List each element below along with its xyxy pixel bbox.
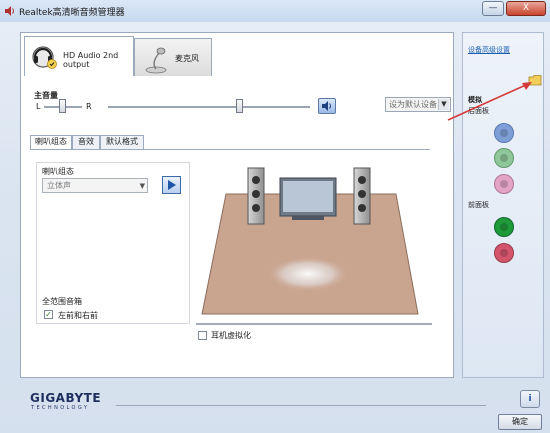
balance-slider-thumb[interactable] [59, 99, 66, 113]
front-jack-green[interactable] [494, 217, 514, 237]
volume-slider-thumb[interactable] [236, 99, 243, 113]
play-test-button[interactable] [162, 176, 181, 194]
chevron-down-icon: ▼ [139, 182, 145, 190]
close-button[interactable]: X [506, 1, 546, 16]
volume-slider-track[interactable] [108, 106, 310, 108]
chevron-down-icon: ▼ [438, 99, 449, 110]
front-lr-label: 左前和右前 [58, 311, 98, 320]
speaker-config-label: 喇叭组态 [42, 167, 74, 176]
set-default-device-label: 设为默认设备 [389, 100, 437, 109]
gigabyte-logo: GIGABYTE [30, 391, 102, 405]
tab-label: 麦克风 [175, 54, 199, 63]
play-icon [168, 180, 176, 190]
ok-button[interactable]: 确定 [498, 414, 542, 430]
realtek-window: Realtek高清晰音频管理器 — X HD Audio 2nd output … [0, 0, 550, 433]
full-range-speakers-label: 全范围音箱 [42, 297, 82, 306]
front-lr-checkbox[interactable]: ✓ [44, 310, 53, 319]
gigabyte-logo-subtitle: TECHNOLOGY [31, 405, 90, 411]
left-speaker-icon [247, 167, 265, 225]
back-jack-green[interactable] [494, 148, 514, 168]
front-panel-label: 前面板 [468, 201, 489, 209]
footer-divider [116, 405, 486, 406]
tab-speaker-config[interactable]: 喇叭组态 [30, 135, 72, 150]
tab-default-format[interactable]: 默认格式 [100, 135, 144, 149]
info-button[interactable]: i [520, 390, 540, 408]
back-jack-pink[interactable] [494, 174, 514, 194]
speaker-icon [5, 6, 14, 16]
folder-icon[interactable] [528, 74, 542, 86]
tv-icon [279, 177, 337, 220]
back-panel-label: 后面板 [468, 107, 489, 115]
main-volume-label: 主音量 [34, 91, 58, 100]
tab-sound-effects[interactable]: 音效 [72, 135, 100, 149]
speaker-config-value: 立体声 [47, 181, 71, 190]
tab-label: HD Audio 2nd output [63, 51, 119, 69]
front-jack-pink[interactable] [494, 243, 514, 263]
headphone-virtualization-checkbox[interactable] [198, 331, 207, 340]
microphone-icon [145, 47, 167, 74]
advanced-device-settings-link[interactable]: 设备高级设置 [468, 45, 510, 55]
minimize-button[interactable]: — [482, 1, 504, 16]
speaker-config-select[interactable]: 立体声 ▼ [42, 178, 148, 193]
balance-right-label: R [86, 102, 92, 111]
speaker-headphone-icon [32, 46, 57, 69]
right-speaker-icon [353, 167, 371, 225]
title-bar: Realtek高清晰音频管理器 — X [0, 0, 550, 22]
mute-button[interactable] [318, 98, 336, 114]
analog-label: 模拟 [468, 96, 482, 104]
volume-icon [322, 101, 331, 111]
balance-left-label: L [36, 102, 41, 111]
back-jack-blue[interactable] [494, 123, 514, 143]
set-default-device-dropdown[interactable]: 设为默认设备 ▼ [385, 97, 451, 112]
speaker-room-illustration [196, 167, 432, 325]
window-title: Realtek高清晰音频管理器 [19, 8, 125, 18]
tab-hd-audio-2nd-output[interactable]: HD Audio 2nd output [24, 36, 134, 76]
tab-microphone[interactable]: 麦克风 [134, 38, 212, 76]
headphone-virtualization-label: 耳机虚拟化 [211, 331, 251, 340]
